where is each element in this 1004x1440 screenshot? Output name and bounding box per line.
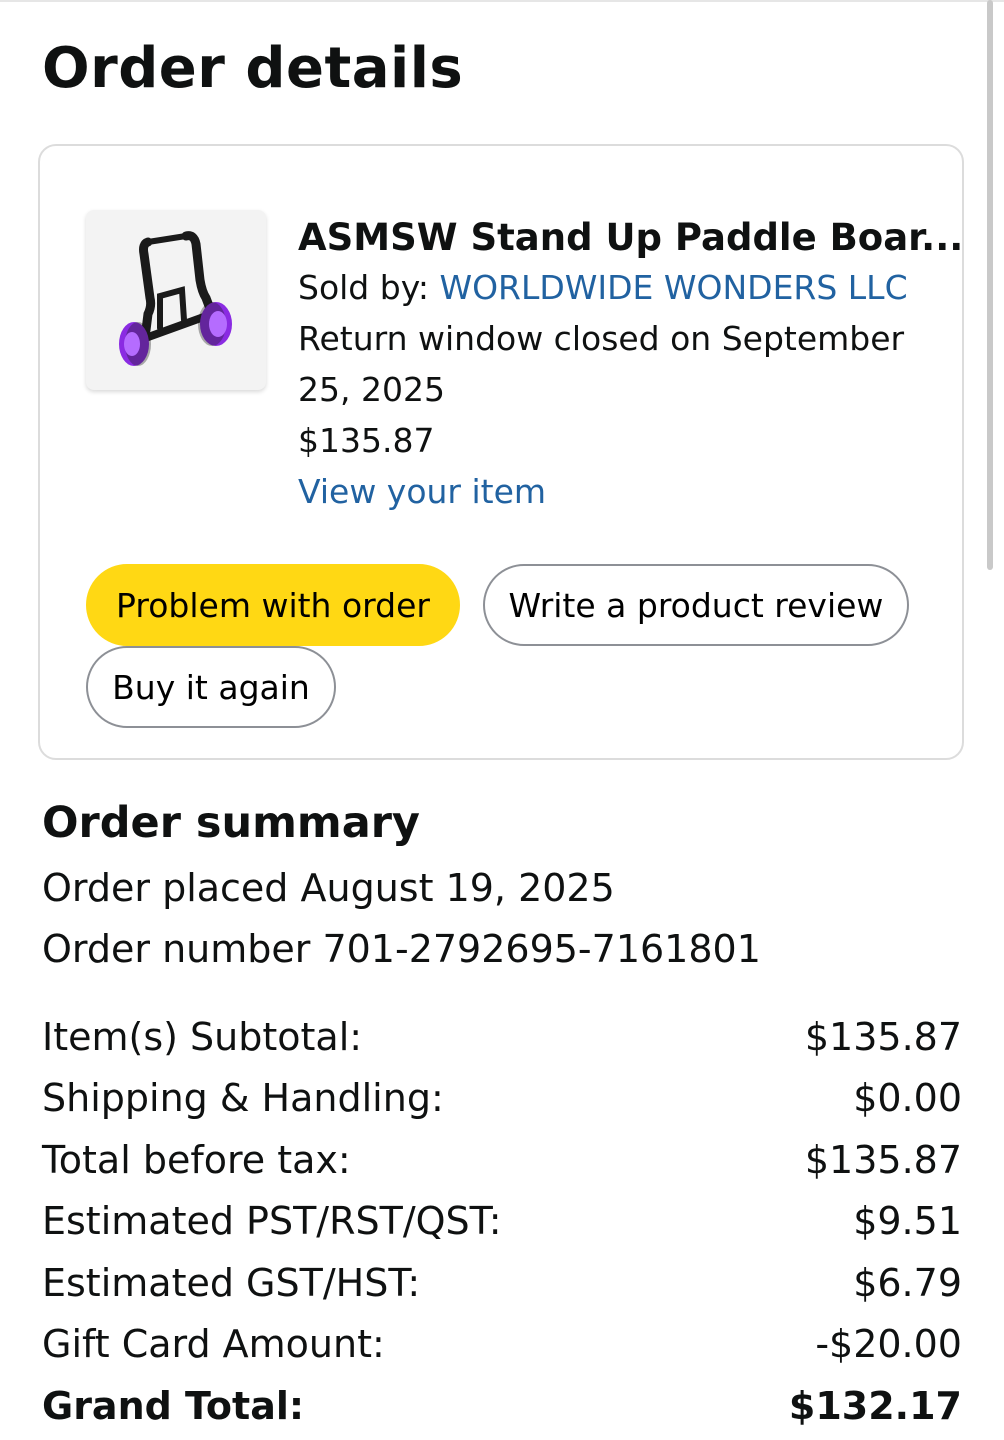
summary-row-gst: Estimated GST/HST: $6.79 (42, 1252, 962, 1314)
sold-by-label: Sold by: (298, 268, 429, 307)
summary-row-before-tax: Total before tax: $135.87 (42, 1129, 962, 1191)
summary-row-value: $0.00 (853, 1076, 962, 1121)
page-title: Order details (42, 36, 464, 101)
summary-row-label: Total before tax: (42, 1137, 351, 1182)
summary-row-label: Gift Card Amount: (42, 1322, 385, 1367)
order-totals: Item(s) Subtotal: $135.87 Shipping & Han… (42, 1006, 962, 1437)
summary-row-value: -$20.00 (815, 1322, 962, 1367)
paddle-board-cart-icon (119, 231, 232, 366)
summary-row-value: $135.87 (804, 1137, 962, 1182)
write-review-button[interactable]: Write a product review (483, 564, 909, 646)
summary-row-value: $9.51 (853, 1199, 962, 1244)
summary-row-label: Estimated PST/RST/QST: (42, 1199, 502, 1244)
summary-row-subtotal: Item(s) Subtotal: $135.87 (42, 1006, 962, 1068)
order-number: Order number 701-2792695-7161801 (42, 927, 761, 971)
summary-row-value: $6.79 (853, 1260, 962, 1305)
view-item-link[interactable]: View your item (298, 466, 938, 517)
summary-row-shipping: Shipping & Handling: $0.00 (42, 1068, 962, 1130)
order-summary-title: Order summary (42, 798, 420, 848)
summary-row-label: Shipping & Handling: (42, 1076, 444, 1121)
summary-row-value: $132.17 (788, 1383, 962, 1428)
top-divider (0, 0, 1004, 5)
order-placed-date: Order placed August 19, 2025 (42, 866, 615, 910)
summary-row-grand-total: Grand Total: $132.17 (42, 1375, 962, 1437)
summary-row-label: Grand Total: (42, 1383, 305, 1428)
item-price: $135.87 (298, 421, 435, 460)
summary-row-value: $135.87 (804, 1014, 962, 1059)
product-image[interactable] (86, 210, 266, 390)
summary-row-label: Item(s) Subtotal: (42, 1014, 363, 1059)
summary-row-pst: Estimated PST/RST/QST: $9.51 (42, 1191, 962, 1253)
return-window-text: Return window closed on September 25, 20… (298, 319, 905, 409)
seller-link[interactable]: WORLDWIDE WONDERS LLC (439, 268, 907, 307)
scrollbar[interactable] (987, 0, 993, 570)
problem-with-order-button[interactable]: Problem with order (86, 564, 460, 646)
buy-again-button[interactable]: Buy it again (86, 646, 336, 728)
summary-row-label: Estimated GST/HST: (42, 1260, 421, 1305)
product-title[interactable]: ASMSW Stand Up Paddle Boar... (298, 214, 963, 262)
item-info: ASMSW Stand Up Paddle Boar... Sold by: W… (298, 214, 963, 517)
sold-by-line: Sold by: WORLDWIDE WONDERS LLC (298, 262, 938, 313)
order-item-card: ASMSW Stand Up Paddle Boar... Sold by: W… (38, 144, 964, 760)
summary-row-gift-card: Gift Card Amount: -$20.00 (42, 1314, 962, 1376)
